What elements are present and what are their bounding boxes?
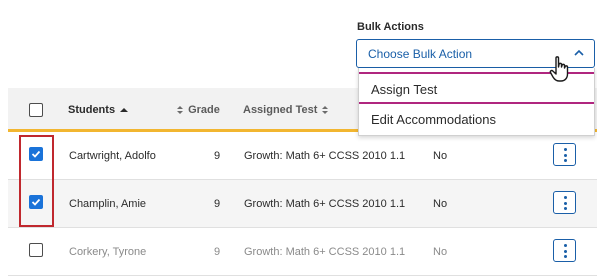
- column-header-grade-label: Grade: [188, 104, 220, 116]
- select-all-checkbox[interactable]: [29, 103, 43, 117]
- student-name: Cartwright, Adolfo: [69, 150, 156, 162]
- bulk-actions-label: Bulk Actions: [357, 21, 424, 33]
- row-actions-button[interactable]: [553, 143, 576, 166]
- column-header-assigned-test-label: Assigned Test: [243, 104, 318, 116]
- column-header-students[interactable]: Students: [68, 104, 130, 116]
- student-grade: 9: [214, 198, 221, 210]
- column-header-grade[interactable]: Grade: [175, 104, 220, 116]
- student-name: Corkery, Tyrone: [69, 246, 147, 258]
- table-row: Champlin, Amie 9 Growth: Math 6+ CCSS 20…: [8, 180, 597, 228]
- status-value: No: [433, 198, 448, 210]
- sort-icon: [177, 106, 183, 115]
- column-header-assigned-test[interactable]: Assigned Test: [243, 104, 330, 116]
- student-grade: 9: [214, 150, 221, 162]
- row-checkbox[interactable]: [29, 243, 43, 257]
- sort-ascending-icon: [120, 108, 129, 113]
- table-row: Cartwright, Adolfo 9 Growth: Math 6+ CCS…: [8, 132, 597, 180]
- menu-item-edit-accommodations[interactable]: Edit Accommodations: [359, 104, 594, 136]
- chevron-up-icon: [574, 49, 584, 56]
- row-actions-button[interactable]: [553, 191, 576, 214]
- status-value: No: [433, 246, 448, 258]
- bulk-actions-selected: Choose Bulk Action: [368, 47, 473, 61]
- column-header-students-label: Students: [68, 104, 116, 116]
- sort-icon: [322, 106, 329, 115]
- assigned-test: Growth: Math 6+ CCSS 2010 1.1: [244, 246, 406, 258]
- student-grade: 9: [214, 246, 221, 258]
- hand-cursor-icon: [549, 56, 569, 82]
- student-name: Champlin, Amie: [69, 198, 147, 210]
- selection-highlight-box: [19, 135, 54, 227]
- assigned-test: Growth: Math 6+ CCSS 2010 1.1: [244, 150, 406, 162]
- status-value: No: [433, 150, 448, 162]
- table-row: Corkery, Tyrone 9 Growth: Math 6+ CCSS 2…: [8, 228, 597, 276]
- row-actions-button[interactable]: [553, 239, 576, 262]
- assigned-test: Growth: Math 6+ CCSS 2010 1.1: [244, 198, 406, 210]
